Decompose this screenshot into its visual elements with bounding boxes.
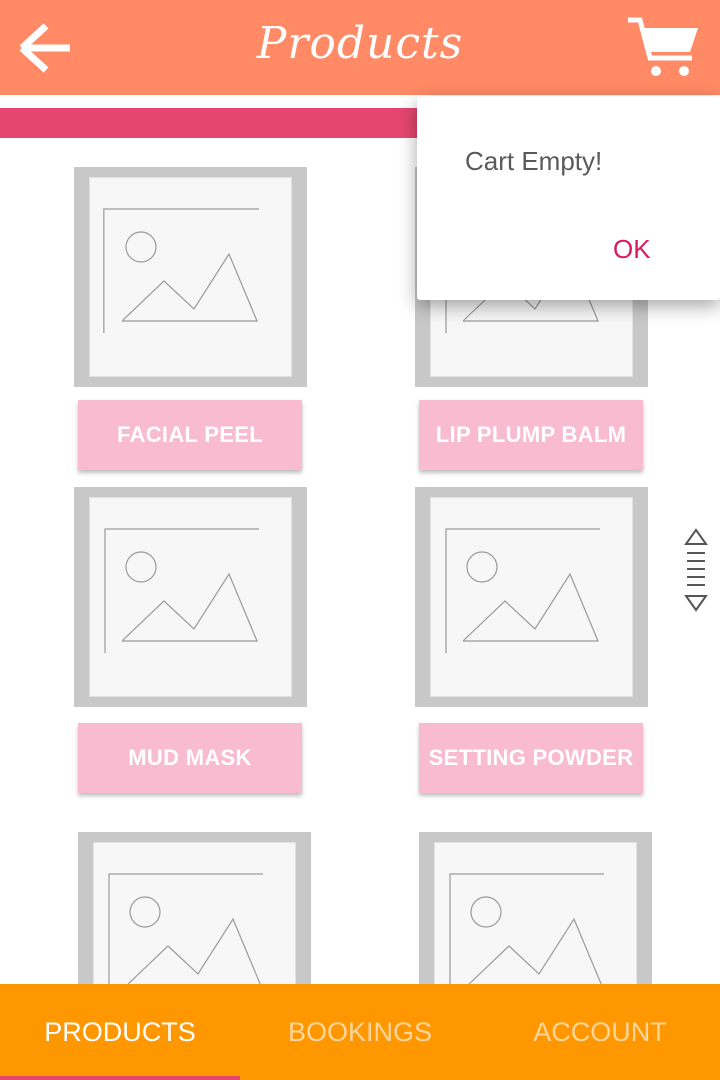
product-image-placeholder[interactable] bbox=[74, 487, 307, 707]
scroll-handle[interactable] bbox=[684, 528, 708, 614]
cart-empty-dialog: Cart Empty! OK bbox=[417, 96, 720, 300]
product-button-mud-mask[interactable]: MUD MASK bbox=[78, 723, 302, 793]
tab-bookings[interactable]: BOOKINGS bbox=[240, 984, 480, 1080]
dialog-message: Cart Empty! bbox=[465, 146, 603, 176]
image-placeholder-icon bbox=[445, 528, 600, 653]
image-placeholder-icon bbox=[104, 528, 259, 653]
scroll-handle-icon bbox=[684, 528, 708, 612]
product-button-lip-plump-balm[interactable]: LIP PLUMP BALM bbox=[419, 400, 643, 470]
product-image-placeholder[interactable] bbox=[415, 487, 648, 707]
bottom-nav: PRODUCTS BOOKINGS ACCOUNT bbox=[0, 984, 720, 1080]
tab-products[interactable]: PRODUCTS bbox=[0, 984, 240, 1080]
image-placeholder-icon bbox=[108, 873, 263, 998]
product-image-placeholder[interactable] bbox=[74, 167, 307, 387]
product-button-setting-powder[interactable]: SETTING POWDER bbox=[419, 723, 643, 793]
product-button-facial-peel[interactable]: FACIAL PEEL bbox=[78, 400, 302, 470]
dialog-ok-button[interactable]: OK bbox=[613, 234, 651, 265]
image-placeholder-icon bbox=[449, 873, 604, 998]
image-placeholder-icon bbox=[103, 208, 259, 333]
tab-account[interactable]: ACCOUNT bbox=[480, 984, 720, 1080]
active-tab-indicator bbox=[0, 1076, 240, 1080]
